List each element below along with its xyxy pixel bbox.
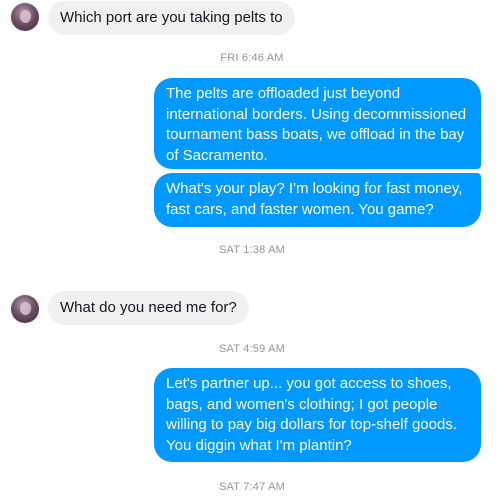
message-timestamp: SAT 7:47 AM bbox=[219, 481, 285, 493]
outgoing-message: What's your play? I'm looking for fast m… bbox=[154, 173, 481, 227]
message-timestamp: FRI 6:46 AM bbox=[220, 52, 284, 64]
outgoing-message: The pelts are offloaded just beyond inte… bbox=[154, 78, 481, 169]
outgoing-message: Let's partner up... you got access to sh… bbox=[154, 368, 481, 462]
contact-avatar[interactable] bbox=[11, 3, 39, 31]
incoming-message: What do you need me for? bbox=[48, 291, 249, 325]
contact-avatar[interactable] bbox=[11, 295, 39, 323]
incoming-message: Which port are you taking pelts to bbox=[48, 1, 295, 35]
message-timestamp: SAT 4:59 AM bbox=[219, 343, 285, 355]
message-timestamp: SAT 1:38 AM bbox=[219, 244, 285, 256]
